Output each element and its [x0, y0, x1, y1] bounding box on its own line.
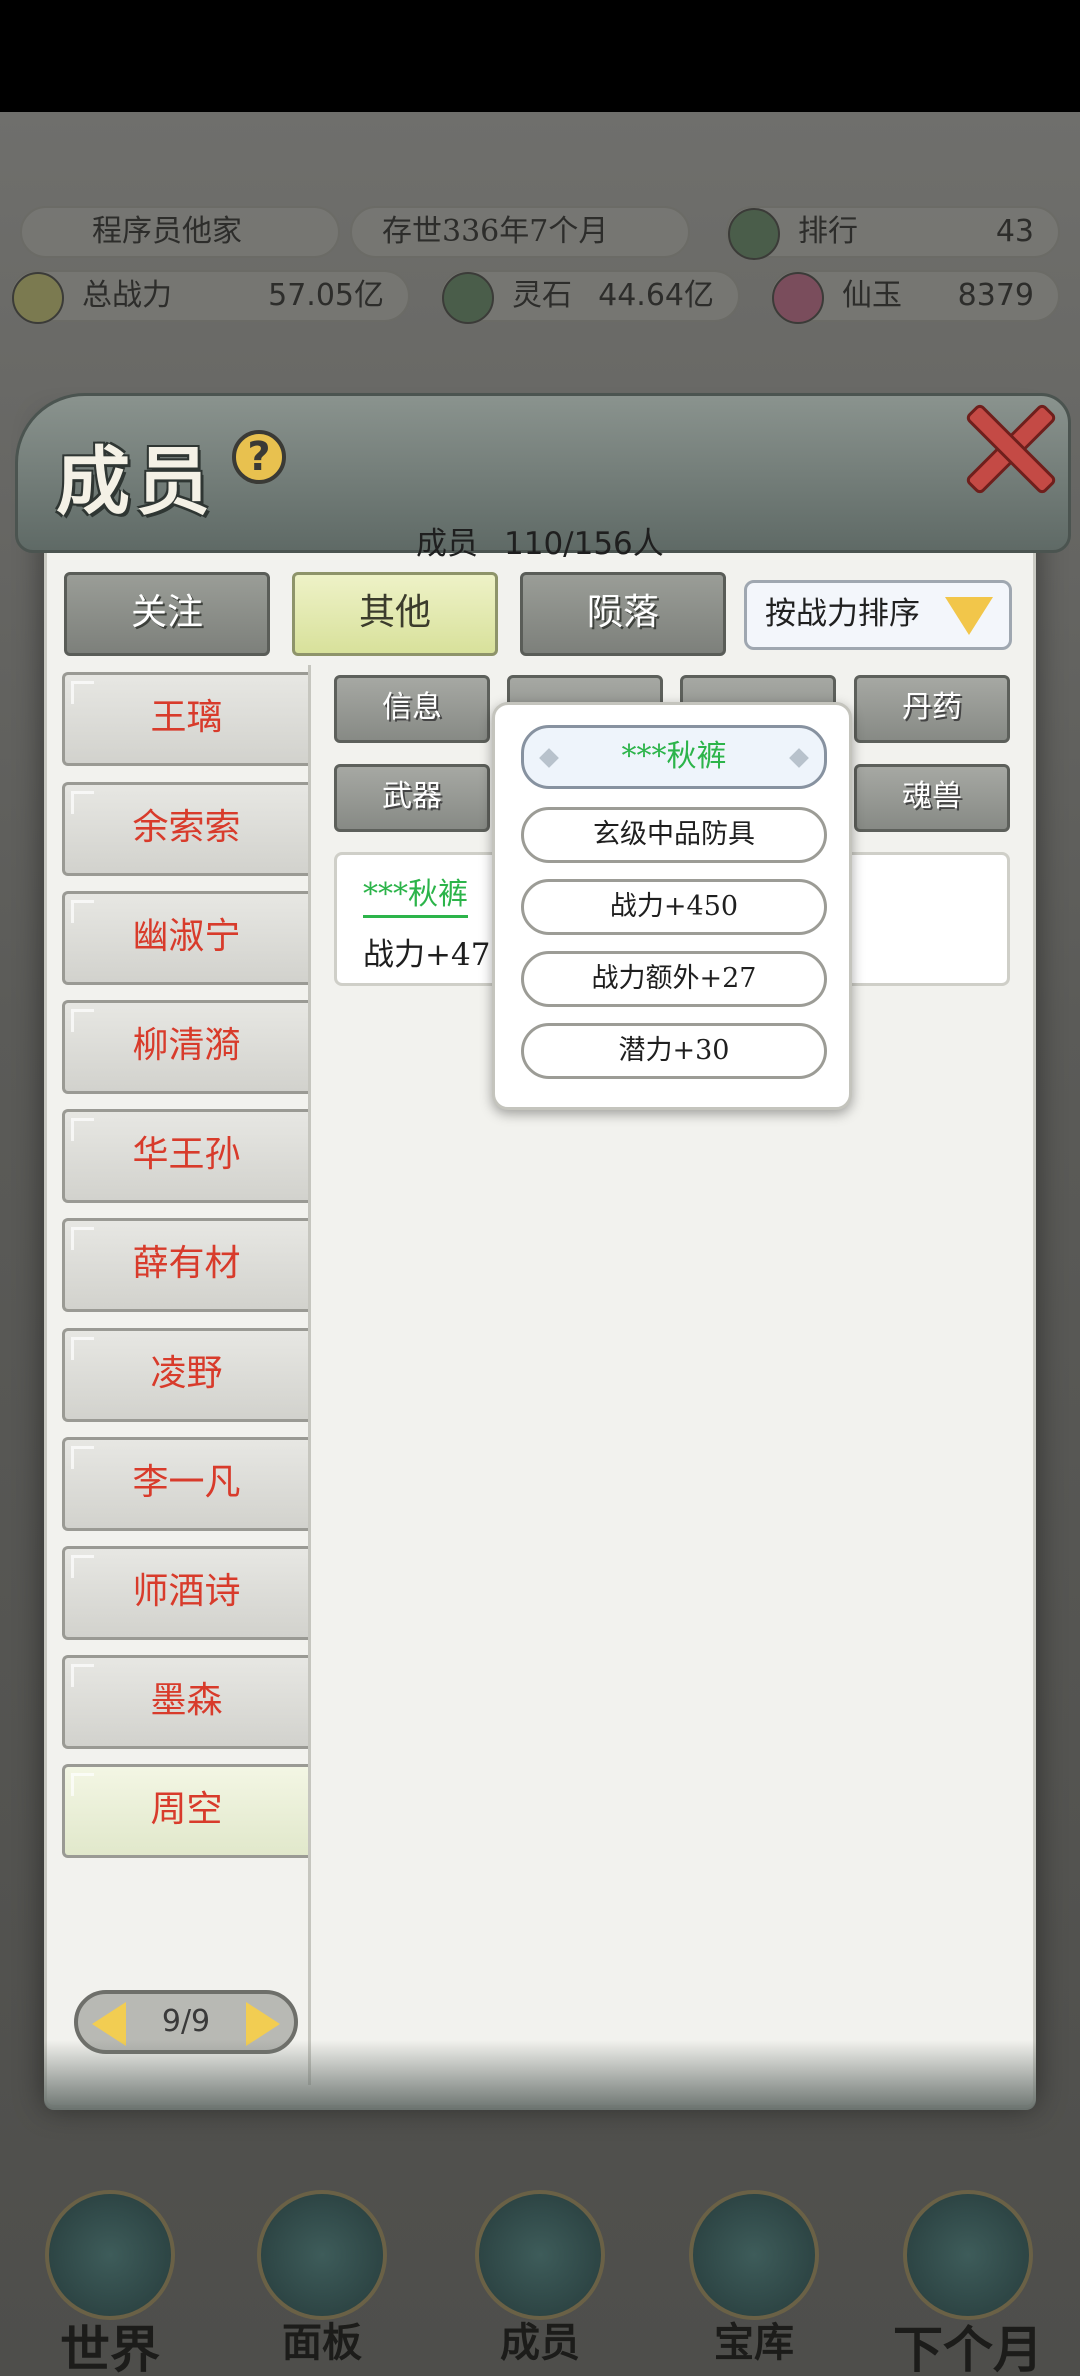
- rank-icon: [728, 208, 780, 260]
- popup-line-extra-power: 战力额外+27: [521, 951, 827, 1007]
- player-name-chip: 程序员他家: [20, 206, 340, 258]
- age-text: 存世336年7个月: [382, 214, 609, 249]
- nav-members[interactable]: 成员: [440, 2170, 640, 2376]
- nav-treasury-label: 宝库: [714, 2319, 794, 2366]
- popup-line-grade: 玄级中品防具: [521, 807, 827, 863]
- panel-icon: [257, 2190, 387, 2320]
- member-count-value: 110/156人: [504, 526, 664, 562]
- member-item[interactable]: 幽淑宁: [62, 891, 308, 985]
- member-count-label: 成员: [416, 526, 478, 562]
- tab-fallen[interactable]: 陨落: [520, 572, 726, 656]
- nav-members-label: 成员: [500, 2319, 580, 2366]
- subtab-info[interactable]: 信息: [334, 675, 490, 743]
- hud-top-row: 程序员他家 存世336年7个月 排行 43: [0, 206, 1080, 262]
- page-indicator: 9/9: [161, 2004, 211, 2039]
- item-name[interactable]: ***秋裤: [363, 869, 468, 918]
- subtab-pills[interactable]: 丹药: [854, 675, 1010, 743]
- rank-chip[interactable]: 排行 43: [726, 206, 1060, 260]
- jade-icon: [772, 272, 824, 324]
- member-item[interactable]: 师酒诗: [62, 1546, 308, 1640]
- member-item[interactable]: 余索索: [62, 782, 308, 876]
- member-item[interactable]: 李一凡: [62, 1437, 308, 1531]
- member-item[interactable]: 柳清漪: [62, 1000, 308, 1094]
- members-icon: [475, 2190, 605, 2320]
- treasury-icon: [689, 2190, 819, 2320]
- diamond-icon: [789, 748, 809, 768]
- hud-second-row: 总战力 57.05亿 灵石 44.64亿 仙玉 8379: [0, 270, 1080, 326]
- member-item[interactable]: 凌野: [62, 1328, 308, 1422]
- item-detail-popup: ***秋裤 玄级中品防具 战力+450 战力额外+27 潜力+30: [492, 702, 852, 1110]
- jade-value: 8379: [957, 278, 1034, 313]
- spirit-stone-icon: [442, 272, 494, 324]
- world-icon: [45, 2190, 175, 2320]
- member-item[interactable]: 薛有材: [62, 1218, 308, 1312]
- jade-chip: 仙玉 8379: [770, 270, 1060, 324]
- sort-dropdown[interactable]: 按战力排序: [744, 580, 1012, 650]
- popup-line-potential: 潜力+30: [521, 1023, 827, 1079]
- tab-other[interactable]: 其他: [292, 572, 498, 656]
- subtab-weapon[interactable]: 武器: [334, 764, 490, 832]
- modal-footer-decoration: [44, 2040, 1036, 2110]
- status-bar: [0, 0, 1080, 112]
- player-name: 程序员他家: [92, 214, 242, 249]
- nav-next-month[interactable]: 下个月: [868, 2170, 1068, 2376]
- member-count: 成员 110/156人: [416, 518, 664, 563]
- modal-title: 成员: [56, 439, 216, 525]
- next-month-icon: [903, 2190, 1033, 2320]
- diamond-icon: [539, 748, 559, 768]
- rank-value: 43: [995, 214, 1034, 249]
- jade-label: 仙玉: [842, 278, 902, 313]
- power-icon: [12, 272, 64, 324]
- subtab-beast[interactable]: 魂兽: [854, 764, 1010, 832]
- rank-label: 排行: [798, 214, 858, 249]
- tab-follow[interactable]: 关注: [64, 572, 270, 656]
- nav-panel-label: 面板: [282, 2319, 362, 2366]
- member-item[interactable]: 墨森: [62, 1655, 308, 1749]
- power-chip: 总战力 57.05亿: [10, 270, 410, 324]
- member-item-selected[interactable]: 周空: [62, 1764, 308, 1858]
- bottom-nav: 世界 面板 成员 宝库 下个月: [0, 2170, 1080, 2376]
- popup-title: ***秋裤: [521, 725, 827, 789]
- nav-world[interactable]: 世界: [10, 2170, 210, 2376]
- close-icon[interactable]: [960, 400, 1050, 490]
- nav-treasury[interactable]: 宝库: [654, 2170, 854, 2376]
- nav-next-month-label: 下个月: [893, 2320, 1043, 2376]
- nav-panel[interactable]: 面板: [222, 2170, 422, 2376]
- member-list: 王璃 余索索 幽淑宁 柳清漪 华王孙 薛有材 凌野 李一凡 师酒诗 墨森 周空: [62, 672, 312, 1972]
- member-item[interactable]: 王璃: [62, 672, 308, 766]
- spirit-stone-value: 44.64亿: [598, 278, 714, 313]
- popup-line-power: 战力+450: [521, 879, 827, 935]
- triangle-down-icon: [945, 597, 993, 635]
- popup-title-text: ***秋裤: [621, 739, 727, 774]
- power-label: 总战力: [82, 278, 172, 313]
- member-item[interactable]: 华王孙: [62, 1109, 308, 1203]
- item-stat: 战力+477: [363, 937, 511, 973]
- spirit-stone-label: 灵石: [512, 278, 572, 313]
- sort-label: 按战力排序: [765, 596, 920, 632]
- age-chip: 存世336年7个月: [350, 206, 690, 258]
- help-icon[interactable]: ?: [232, 430, 286, 484]
- nav-world-label: 世界: [60, 2320, 160, 2376]
- power-value: 57.05亿: [268, 278, 384, 313]
- spirit-stone-chip: 灵石 44.64亿: [440, 270, 740, 324]
